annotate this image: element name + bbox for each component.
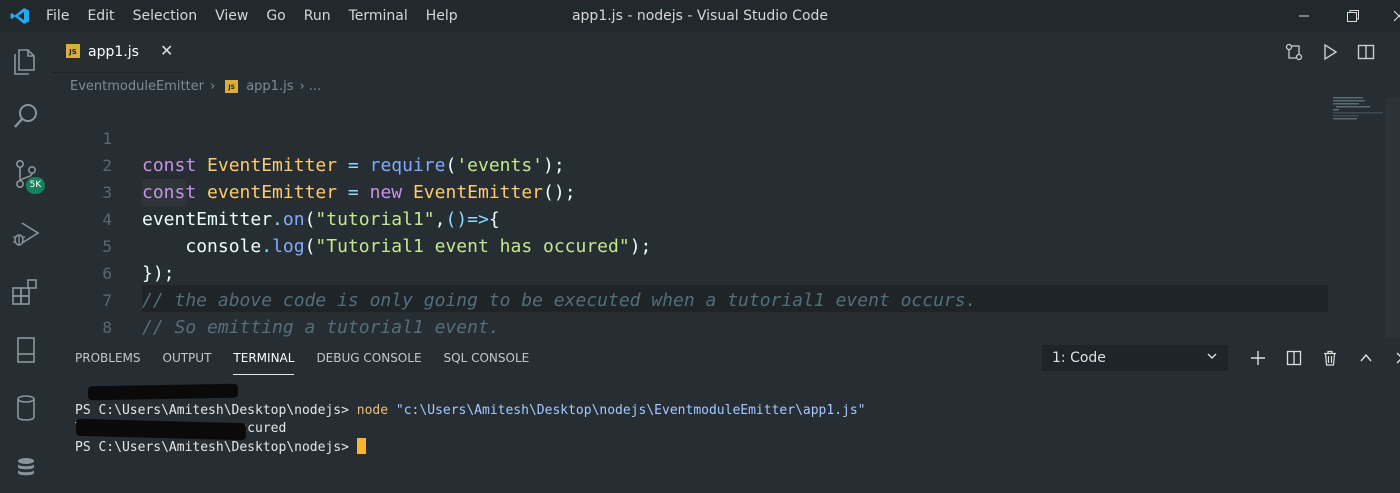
minimize-button[interactable] — [1281, 0, 1327, 32]
editor-scrollbar[interactable] — [1385, 98, 1400, 338]
terminal-prompt: PS C:\Users\Amitesh\Desktop\nodejs> — [75, 440, 349, 455]
code-line: 4 console.log("Tutorial1 event has occur… — [52, 179, 1328, 257]
tab-problems[interactable]: PROBLEMS — [75, 348, 141, 374]
maximize-panel-button[interactable] — [1348, 346, 1384, 370]
code-line: 9 — [52, 314, 1328, 364]
terminal-argument: "c:\Users\Amitesh\Desktop\nodejs\Eventmo… — [395, 403, 866, 418]
run-debug-icon[interactable] — [10, 218, 42, 250]
breadcrumb-more[interactable]: › ... — [299, 79, 321, 94]
chevron-down-icon — [1206, 345, 1218, 371]
close-icon — [1396, 352, 1400, 364]
terminal-select-value: 1: Code — [1052, 350, 1106, 366]
breadcrumb-folder[interactable]: EventmoduleEmitter — [70, 79, 204, 94]
close-icon — [1393, 10, 1400, 22]
code-line: 2 const eventEmitter = new EventEmitter(… — [52, 125, 1328, 203]
minimap[interactable] — [1330, 95, 1385, 140]
new-terminal-button[interactable] — [1240, 346, 1276, 370]
panel-tabs: PROBLEMS OUTPUT TERMINAL DEBUG CONSOLE S… — [75, 348, 551, 375]
activity-bar: 5K — [0, 32, 52, 490]
close-panel-button[interactable] — [1384, 346, 1400, 370]
panel-actions — [1240, 346, 1400, 370]
remote-explorer-icon[interactable] — [10, 334, 42, 366]
terminal-command: node — [356, 403, 389, 418]
database-icon[interactable] — [10, 392, 42, 424]
menu-edit[interactable]: Edit — [87, 8, 114, 24]
tab-debug-console[interactable]: DEBUG CONSOLE — [316, 348, 421, 374]
menu-terminal[interactable]: Terminal — [349, 8, 408, 24]
breadcrumb-separator: › — [210, 78, 216, 94]
extensions-icon[interactable] — [10, 276, 42, 308]
restore-button[interactable] — [1330, 0, 1376, 32]
scm-count-badge: 5K — [26, 177, 45, 194]
vscode-logo-icon — [10, 8, 29, 24]
breadcrumb-file[interactable]: app1.js — [246, 79, 293, 94]
terminal-line: PS C:\Users\Amitesh\Desktop\nodejs> node… — [75, 402, 866, 420]
code-line: 8 eventEmitter.emit('tutorial1'); — [52, 287, 1328, 365]
chevron-up-icon — [1360, 353, 1372, 362]
editor-actions — [1284, 42, 1400, 64]
menu-view[interactable]: View — [215, 8, 248, 24]
tab-close-button[interactable]: ✕ — [160, 41, 173, 60]
tab-sql-console[interactable]: SQL CONSOLE — [444, 348, 530, 374]
split-terminal-button[interactable] — [1276, 346, 1312, 370]
split-editor-icon[interactable] — [1356, 42, 1376, 62]
menu-selection[interactable]: Selection — [133, 8, 198, 24]
split-icon — [1286, 350, 1302, 366]
code-line: 6 // the above code is only going to be … — [52, 233, 1328, 311]
code-line: 7 // So emitting a tutorial1 event. — [52, 260, 1328, 338]
open-changes-icon[interactable] — [1284, 42, 1304, 62]
tab-app1-js[interactable]: JS app1.js ✕ — [52, 32, 186, 73]
menu-run[interactable]: Run — [304, 8, 331, 24]
kill-terminal-button[interactable] — [1312, 346, 1348, 370]
breadcrumb: EventmoduleEmitter › JS app1.js › ... — [70, 76, 321, 96]
redaction-scribble — [87, 383, 239, 401]
terminal-select[interactable]: 1: Code — [1042, 345, 1228, 371]
sql-icon[interactable] — [10, 452, 42, 484]
menu-file[interactable]: File — [46, 8, 69, 24]
js-file-icon: JS — [66, 44, 80, 58]
terminal-prompt: PS C:\Users\Amitesh\Desktop\nodejs> — [75, 403, 349, 418]
tab-label: app1.js — [88, 44, 139, 60]
terminal-cursor — [356, 438, 366, 454]
more-actions-icon[interactable] — [1392, 42, 1400, 62]
bottom-panel: PROBLEMS OUTPUT TERMINAL DEBUG CONSOLE S… — [52, 340, 1400, 490]
trash-icon — [1324, 350, 1336, 366]
run-file-icon[interactable] — [1320, 42, 1340, 62]
restore-icon — [1347, 10, 1359, 22]
explorer-icon[interactable] — [10, 44, 42, 76]
close-window-button[interactable] — [1376, 0, 1400, 32]
code-line: 1 const EventEmitter = require('events')… — [52, 98, 1328, 176]
menu-bar: File Edit Selection View Go Run Terminal… — [46, 0, 476, 32]
plus-icon — [1251, 351, 1265, 365]
menu-help[interactable]: Help — [426, 8, 458, 24]
editor-tab-bar: JS app1.js ✕ — [52, 32, 1400, 73]
terminal-line: PS C:\Users\Amitesh\Desktop\nodejs> — [75, 438, 866, 457]
search-icon[interactable] — [10, 100, 42, 132]
tab-output[interactable]: OUTPUT — [163, 348, 212, 374]
title-bar: File Edit Selection View Go Run Terminal… — [0, 0, 1400, 32]
minimize-icon — [1299, 15, 1309, 17]
code-editor[interactable]: 1 const EventEmitter = require('events')… — [52, 98, 1328, 365]
js-file-icon: JS — [225, 79, 239, 93]
menu-go[interactable]: Go — [266, 8, 285, 24]
tab-terminal[interactable]: TERMINAL — [233, 348, 295, 375]
code-line: 5 }); — [52, 206, 1328, 284]
code-line: 3 eventEmitter.on("tutorial1",()=>{ — [52, 152, 1328, 230]
